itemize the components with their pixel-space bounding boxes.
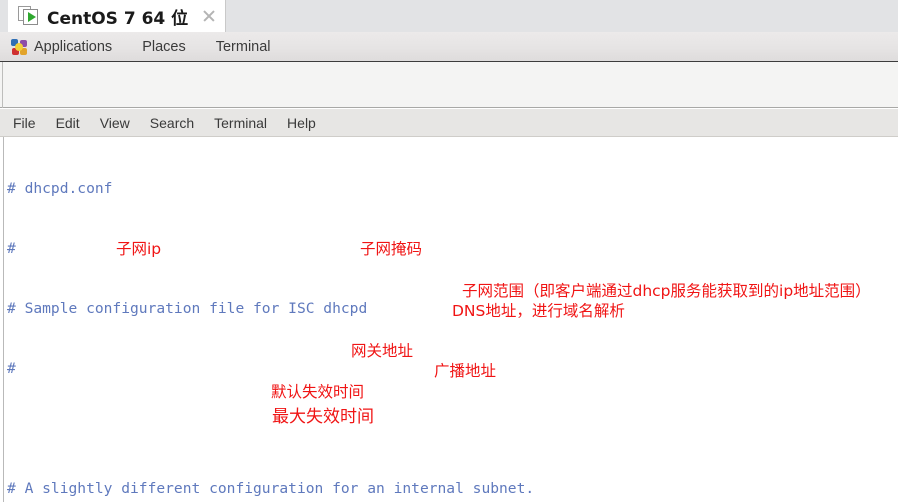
gnome-top-panel: Applications Places Terminal	[0, 32, 898, 62]
vm-tab-centos[interactable]: CentOS 7 64 位	[8, 0, 227, 32]
screen-root: CentOS 7 64 位 Applications Places Termin…	[0, 0, 898, 502]
panel-item-applications[interactable]: Applications	[34, 39, 112, 55]
code-line: # dhcpd.conf	[7, 180, 113, 197]
panel-item-terminal[interactable]: Terminal	[216, 39, 271, 55]
editor-buffer: # dhcpd.conf # # Sample configuration fi…	[7, 139, 534, 502]
terminal-menu-bar: File Edit View Search Terminal Help	[0, 109, 898, 137]
window-blank-strip	[0, 62, 898, 108]
code-line: # Sample configuration file for ISC dhcp…	[7, 300, 368, 317]
menu-help[interactable]: Help	[287, 115, 316, 131]
code-line: #	[7, 360, 16, 377]
applications-pinwheel-icon	[11, 38, 27, 55]
vm-tab-bar: CentOS 7 64 位	[0, 0, 898, 32]
menu-view[interactable]: View	[100, 115, 130, 131]
vm-tab-title: CentOS 7 64 位	[47, 8, 189, 29]
menu-terminal[interactable]: Terminal	[214, 115, 267, 131]
terminal-text-area[interactable]: # dhcpd.conf # # Sample configuration fi…	[0, 137, 898, 502]
menu-file[interactable]: File	[13, 115, 36, 131]
menu-edit[interactable]: Edit	[56, 115, 80, 131]
virtual-machine-play-icon	[18, 6, 40, 26]
panel-item-places[interactable]: Places	[142, 39, 186, 55]
code-line: #	[7, 240, 16, 257]
menu-search[interactable]: Search	[150, 115, 194, 131]
close-icon[interactable]	[201, 8, 217, 24]
code-line: # A slightly different configuration for…	[7, 480, 535, 497]
